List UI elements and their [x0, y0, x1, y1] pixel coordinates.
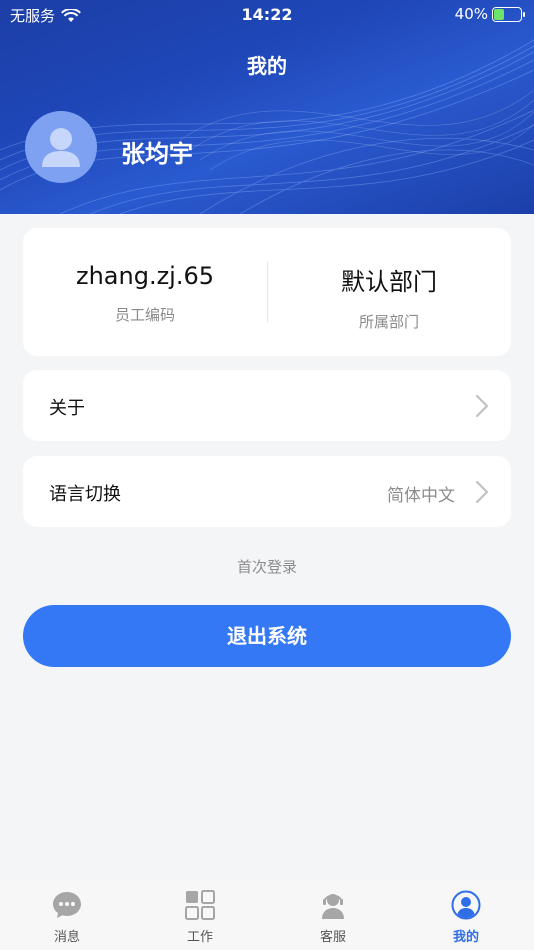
employee-code-section: zhang.zj.65 员工编码 — [23, 228, 267, 356]
tab-label: 客服 — [319, 930, 346, 945]
battery-icon — [492, 6, 525, 22]
profile-info-card: zhang.zj.65 员工编码 默认部门 所属部门 — [23, 228, 511, 356]
wave-background — [0, 39, 534, 214]
user-circle-icon — [451, 890, 481, 920]
language-switch-row[interactable]: 语言切换 简体中文 — [23, 456, 511, 527]
avatar[interactable] — [25, 111, 97, 183]
bottom-tab-bar: 消息 工作 客服 我的 — [0, 880, 534, 950]
chat-bubble-icon — [53, 892, 81, 918]
employee-code-label: 员工编码 — [114, 306, 175, 324]
department-section: 默认部门 所属部门 — [267, 228, 511, 356]
grid-icon — [185, 890, 215, 920]
department-value: 默认部门 — [341, 268, 437, 296]
tab-label: 工作 — [186, 930, 213, 945]
tab-label: 我的 — [452, 930, 479, 945]
logout-button[interactable]: 退出系统 — [23, 605, 511, 667]
user-name: 张均宇 — [121, 140, 193, 168]
tab-mine[interactable]: 我的 — [416, 890, 516, 945]
status-right: 40% — [454, 5, 525, 23]
first-login-note: 首次登录 — [236, 558, 297, 576]
chevron-right-icon — [475, 480, 489, 504]
employee-code-value: zhang.zj.65 — [75, 262, 215, 290]
profile-header: 无服务 14:22 40% 我的 张均宇 — [0, 0, 534, 214]
battery-fill — [494, 8, 504, 20]
page-title: 我的 — [247, 54, 287, 78]
department-label: 所属部门 — [358, 313, 419, 331]
tab-work[interactable]: 工作 — [150, 890, 250, 945]
headset-agent-icon — [322, 894, 344, 919]
tab-messages[interactable]: 消息 — [17, 890, 117, 945]
user-avatar-icon — [42, 128, 80, 167]
about-label: 关于 — [49, 398, 85, 419]
chevron-right-icon — [475, 394, 489, 418]
status-bar: 无服务 14:22 40% — [0, 0, 534, 30]
language-value: 简体中文 — [387, 486, 455, 506]
tab-customer-service[interactable]: 客服 — [283, 890, 383, 945]
tab-label: 消息 — [53, 930, 80, 945]
language-label: 语言切换 — [49, 484, 121, 505]
battery-percent: 40% — [454, 5, 488, 23]
about-row[interactable]: 关于 — [23, 370, 511, 441]
